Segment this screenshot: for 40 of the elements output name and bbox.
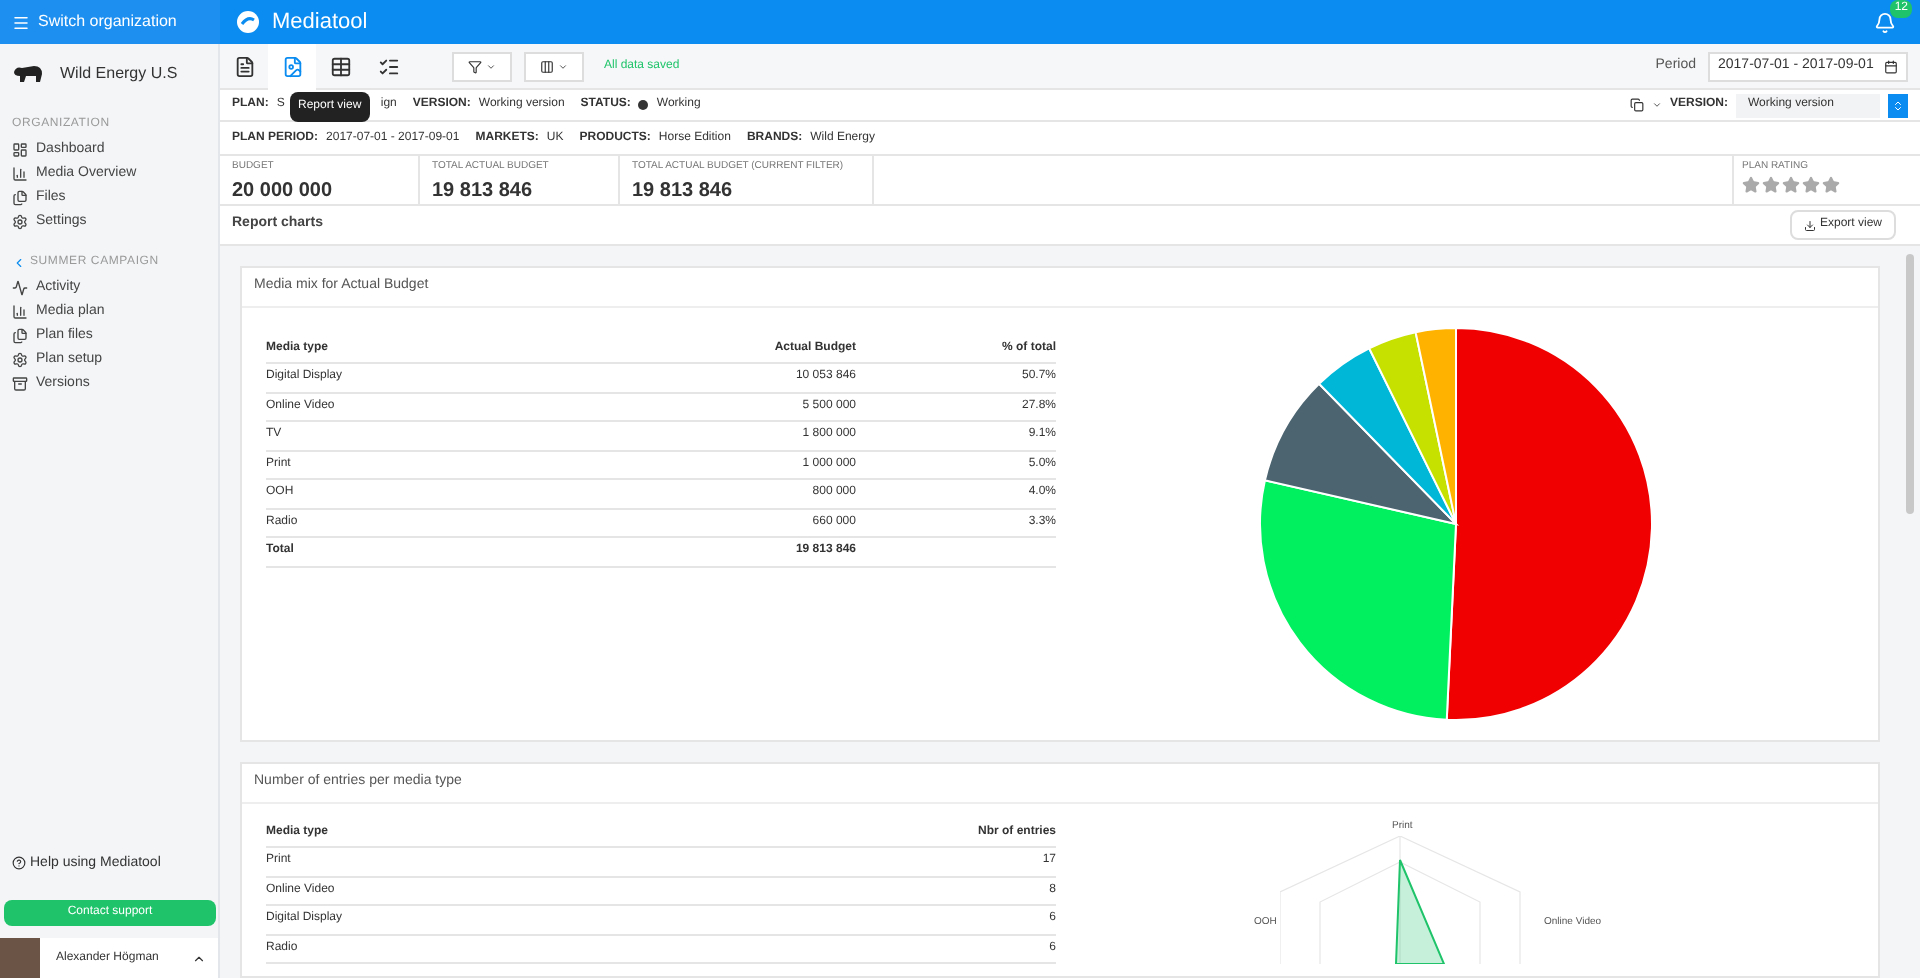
caret-icon — [486, 61, 496, 71]
star-icon[interactable] — [1782, 175, 1800, 193]
help-icon — [12, 856, 26, 871]
calendar-icon — [1884, 59, 1898, 73]
caret-icon — [558, 61, 568, 71]
filter-icon — [468, 59, 482, 73]
star-icon[interactable] — [1802, 175, 1820, 193]
image-file-icon — [281, 55, 303, 77]
stepper-button[interactable] — [1888, 93, 1908, 117]
document-icon — [233, 55, 255, 77]
avatar-placeholder — [0, 938, 40, 978]
scrollbar-thumb[interactable] — [1906, 254, 1914, 514]
status-icon — [638, 100, 649, 110]
table-icon — [329, 55, 351, 77]
notification-icon[interactable] — [1874, 11, 1896, 33]
gear-icon — [12, 214, 28, 230]
bar-chart-icon — [12, 166, 28, 182]
gear-icon — [12, 352, 28, 368]
activity-icon — [12, 280, 28, 296]
menu-icon — [12, 13, 30, 31]
app-name: Mediatool — [272, 7, 368, 38]
star-icon[interactable] — [1762, 175, 1780, 193]
download-icon — [1803, 219, 1816, 231]
files-icon — [12, 190, 28, 206]
columns-dropdown[interactable] — [524, 51, 584, 81]
star-icon[interactable] — [1822, 175, 1840, 193]
bar-chart-icon — [12, 304, 28, 320]
organization-name: Wild Energy U.S — [60, 62, 178, 86]
grid-icon — [12, 142, 28, 158]
logo-icon — [236, 10, 260, 34]
copy-icon[interactable] — [1629, 98, 1644, 112]
files-icon — [12, 328, 28, 344]
checklist-icon — [377, 55, 399, 77]
bear-logo-icon — [12, 64, 44, 84]
columns-icon — [540, 59, 554, 73]
back-icon[interactable] — [12, 256, 26, 270]
filter-dropdown[interactable] — [452, 51, 512, 81]
archive-icon — [12, 376, 28, 392]
star-icon[interactable] — [1742, 175, 1760, 193]
caret-icon[interactable] — [192, 951, 206, 965]
